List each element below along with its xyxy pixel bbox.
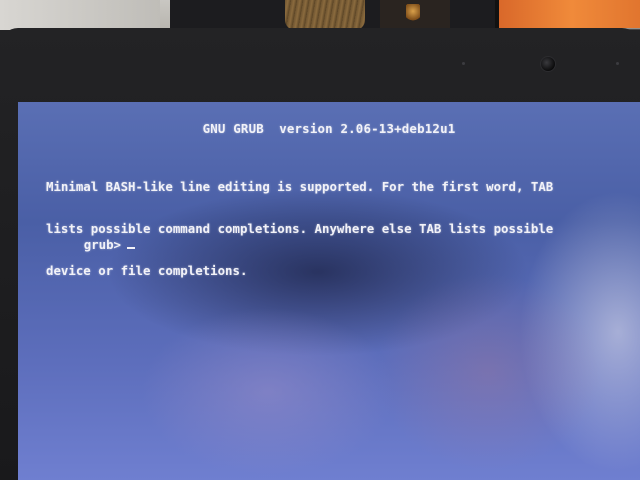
- background-picture-frame: [380, 0, 450, 28]
- background-wall: [0, 0, 160, 30]
- background-monitor: [495, 0, 640, 28]
- text-cursor: [127, 247, 135, 249]
- grub-console[interactable]: GNU GRUB version 2.06-13+deb12u1 Minimal…: [18, 102, 640, 480]
- laptop-screen: GNU GRUB version 2.06-13+deb12u1 Minimal…: [18, 102, 640, 480]
- webcam-icon: [540, 56, 556, 72]
- photo-scene: GNU GRUB version 2.06-13+deb12u1 Minimal…: [0, 0, 640, 480]
- background-basket: [285, 0, 365, 30]
- help-line: device or file completions.: [46, 263, 248, 278]
- microphone-dot: [462, 62, 465, 65]
- microphone-dot: [616, 62, 619, 65]
- help-line: Minimal BASH-like line editing is suppor…: [46, 179, 554, 194]
- grub-prompt: grub>: [83, 237, 121, 252]
- grub-version-header: GNU GRUB version 2.06-13+deb12u1: [202, 121, 456, 136]
- command-line[interactable]: grub>: [24, 224, 135, 266]
